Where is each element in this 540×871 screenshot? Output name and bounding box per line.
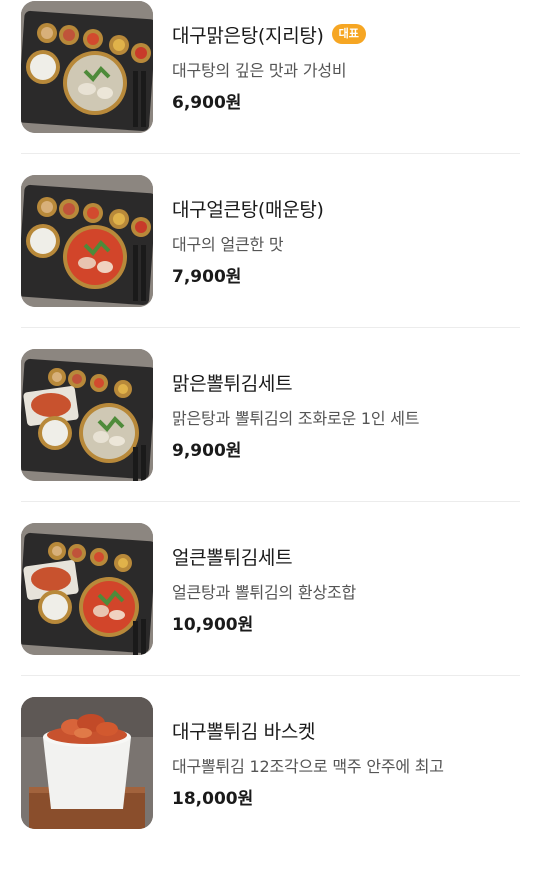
divider [21, 327, 520, 328]
menu-name-row: 대구맑은탕(지리탕) 대표 [172, 19, 366, 49]
fried-cod-basket-photo [21, 697, 153, 829]
menu-item-name: 대구뽈튀김 바스켓 [172, 720, 316, 743]
menu-name-row: 대구뽈튀김 바스켓 [172, 715, 315, 745]
menu-item-spicy-fried-set[interactable]: 얼큰뽈튀김세트 얼큰탕과 뽈튀김의 환상조합 10,900원 [0, 523, 540, 697]
divider [21, 675, 520, 676]
menu-item-description: 맑은탕과 뽈튀김의 조화로운 1인 세트 [172, 409, 420, 428]
clear-cod-soup-tray-photo [21, 1, 153, 133]
menu-item-price: 6,900원 [172, 93, 242, 113]
divider [21, 153, 520, 154]
menu-item-name: 대구얼큰탕(매운탕) [172, 198, 324, 221]
menu-item-description: 대구뽈튀김 12조각으로 맥주 안주에 최고 [172, 757, 444, 776]
menu-name-row: 얼큰뽈튀김세트 [172, 541, 293, 571]
menu-item-fried-basket[interactable]: 대구뽈튀김 바스켓 대구뽈튀김 12조각으로 맥주 안주에 최고 18,000원 [0, 697, 540, 871]
menu-item-price: 7,900원 [172, 267, 242, 287]
menu-item-description: 얼큰탕과 뽈튀김의 환상조합 [172, 583, 357, 602]
spicy-cod-soup-tray-photo [21, 175, 153, 307]
menu-name-row: 맑은뽈튀김세트 [172, 367, 293, 397]
menu-item-name: 맑은뽈튀김세트 [172, 372, 293, 395]
menu-item-spicy-cod-soup[interactable]: 대구얼큰탕(매운탕) 대구의 얼큰한 맛 7,900원 [0, 175, 540, 349]
menu-name-row: 대구얼큰탕(매운탕) [172, 193, 324, 223]
spicy-soup-fried-set-photo [21, 523, 153, 655]
signature-badge: 대표 [331, 24, 366, 44]
menu-item-price: 9,900원 [172, 441, 242, 461]
divider [21, 501, 520, 502]
menu-item-price: 18,000원 [172, 789, 254, 809]
menu-list: 대구맑은탕(지리탕) 대표 대구탕의 깊은 맛과 가성비 6,900원 대구얼큰… [0, 0, 540, 842]
menu-item-name: 얼큰뽈튀김세트 [172, 546, 293, 569]
clear-soup-fried-set-photo [21, 349, 153, 481]
menu-item-clear-fried-set[interactable]: 맑은뽈튀김세트 맑은탕과 뽈튀김의 조화로운 1인 세트 9,900원 [0, 349, 540, 523]
menu-item-price: 10,900원 [172, 615, 254, 635]
menu-item-clear-cod-soup[interactable]: 대구맑은탕(지리탕) 대표 대구탕의 깊은 맛과 가성비 6,900원 [0, 1, 540, 175]
menu-item-name: 대구맑은탕(지리탕) [172, 24, 324, 47]
menu-item-description: 대구의 얼큰한 맛 [172, 235, 284, 254]
menu-item-description: 대구탕의 깊은 맛과 가성비 [172, 61, 347, 80]
